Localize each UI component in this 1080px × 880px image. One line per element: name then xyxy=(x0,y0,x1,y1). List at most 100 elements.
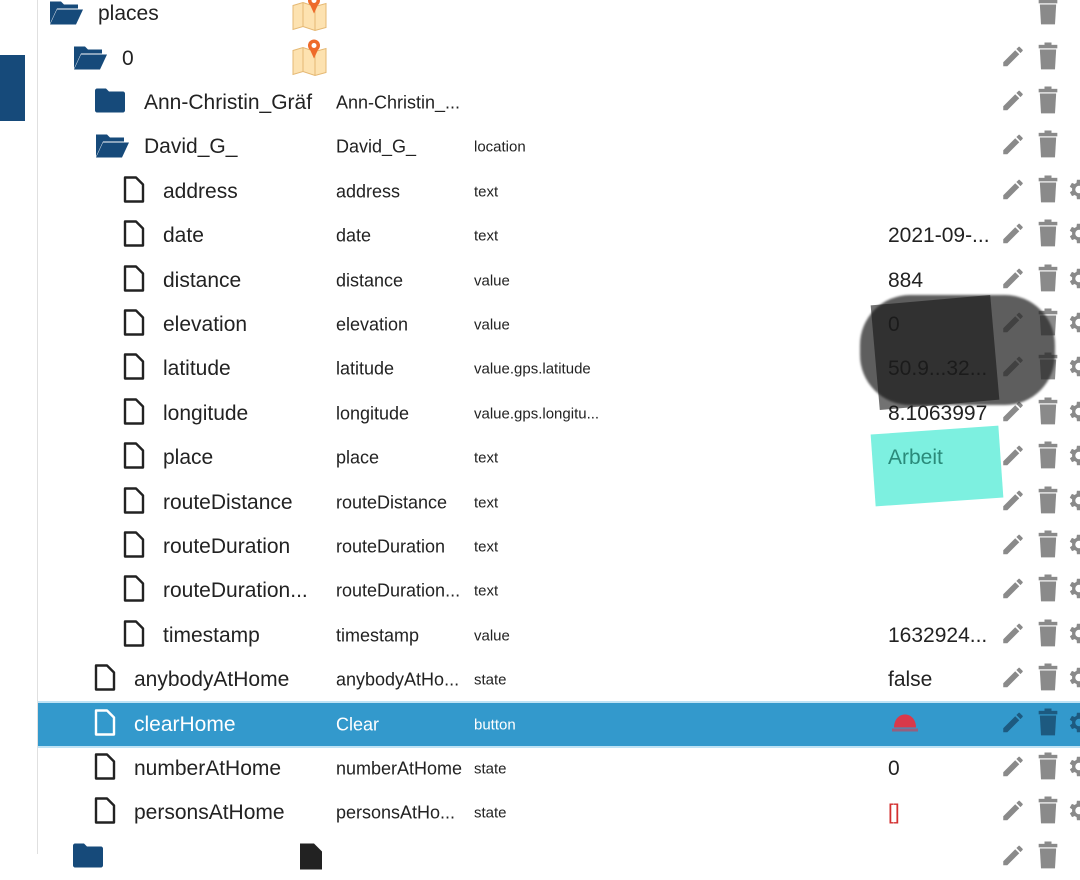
edit-button[interactable] xyxy=(1000,576,1026,607)
file-icon[interactable] xyxy=(123,308,145,341)
tree-row[interactable]: anybodyAtHome anybodyAtHo... state false xyxy=(38,658,1080,702)
folder-icon[interactable] xyxy=(94,87,126,118)
object-value[interactable]: 884 xyxy=(888,269,923,293)
tree-row[interactable]: Ann-Christin_Gräf Ann-Christin_... xyxy=(38,81,1080,125)
folder-icon[interactable] xyxy=(72,842,104,873)
file-icon[interactable] xyxy=(123,575,145,608)
settings-button[interactable] xyxy=(1065,665,1080,696)
file-icon[interactable] xyxy=(123,220,145,253)
settings-button[interactable] xyxy=(1065,798,1080,829)
edit-button[interactable] xyxy=(1000,620,1026,651)
edit-button[interactable] xyxy=(1000,531,1026,562)
folder-open-icon[interactable] xyxy=(72,42,108,75)
settings-button[interactable] xyxy=(1065,176,1080,207)
settings-button[interactable] xyxy=(1065,354,1080,385)
edit-button[interactable] xyxy=(1000,753,1026,784)
object-value[interactable]: 0 xyxy=(888,757,900,781)
settings-button[interactable] xyxy=(1065,753,1080,784)
tree-row[interactable]: numberAtHome numberAtHome state 0 xyxy=(38,747,1080,791)
tree-row[interactable]: 0 xyxy=(38,36,1080,80)
object-display-name: address xyxy=(336,181,401,202)
tree-row[interactable]: place place text Arbeit xyxy=(38,425,1080,507)
file-icon[interactable] xyxy=(94,752,116,785)
file-icon[interactable] xyxy=(94,664,116,697)
delete-button[interactable] xyxy=(1036,796,1060,830)
edit-button[interactable] xyxy=(1000,842,1026,873)
object-value[interactable]: 2021-09-... xyxy=(888,224,990,248)
delete-button[interactable] xyxy=(1036,486,1060,519)
delete-button[interactable] xyxy=(1036,219,1060,253)
edit-button[interactable] xyxy=(1000,665,1026,696)
edit-button[interactable] xyxy=(1000,132,1026,163)
tree-row[interactable]: timestamp timestamp value 1632924... xyxy=(38,614,1080,658)
file-icon[interactable] xyxy=(123,397,145,430)
file-icon[interactable] xyxy=(123,442,145,475)
bell-button[interactable] xyxy=(890,711,920,738)
file-icon[interactable] xyxy=(123,264,145,297)
settings-button[interactable] xyxy=(1065,265,1080,296)
edit-button[interactable] xyxy=(1000,443,1026,474)
edit-button[interactable] xyxy=(1000,43,1026,74)
settings-button[interactable] xyxy=(1065,309,1080,340)
delete-button[interactable] xyxy=(1036,42,1060,75)
object-role: value xyxy=(474,627,510,645)
settings-button[interactable] xyxy=(1065,576,1080,607)
object-name: routeDuration... xyxy=(163,579,308,603)
tree-row[interactable]: places xyxy=(38,0,1080,36)
delete-button[interactable] xyxy=(1036,574,1060,608)
tree-row[interactable]: David_G_ David_G_ location xyxy=(38,125,1080,169)
delete-button[interactable] xyxy=(1036,619,1060,652)
delete-button[interactable] xyxy=(1036,397,1060,430)
delete-button[interactable] xyxy=(1036,175,1060,208)
folder-open-icon[interactable] xyxy=(94,131,130,164)
object-value[interactable]: Arbeit xyxy=(888,446,943,470)
object-role: state xyxy=(474,760,507,778)
delete-button[interactable] xyxy=(1036,752,1060,785)
settings-button[interactable] xyxy=(1065,620,1080,651)
edit-button[interactable] xyxy=(1000,176,1026,207)
tree-row[interactable]: routeDistance routeDistance text xyxy=(38,480,1080,524)
edit-button[interactable] xyxy=(1000,265,1026,296)
edit-button[interactable] xyxy=(1000,221,1026,252)
file-icon[interactable] xyxy=(94,708,116,741)
object-value[interactable]: [] xyxy=(888,801,900,825)
delete-button[interactable] xyxy=(1036,841,1060,874)
file-icon[interactable] xyxy=(123,175,145,208)
edit-button[interactable] xyxy=(1000,487,1026,518)
delete-button[interactable] xyxy=(1036,530,1060,563)
object-value[interactable]: 1632924... xyxy=(888,624,987,648)
delete-button[interactable] xyxy=(1036,708,1060,741)
delete-button[interactable] xyxy=(1036,130,1060,164)
delete-button[interactable] xyxy=(1036,663,1060,697)
file-icon[interactable] xyxy=(123,353,145,386)
edit-button[interactable] xyxy=(1000,798,1026,829)
file-icon[interactable] xyxy=(94,797,116,830)
object-display-name: routeDistance xyxy=(336,492,448,513)
file-icon[interactable] xyxy=(123,486,145,519)
delete-button[interactable] xyxy=(1036,441,1060,475)
tree-row[interactable]: routeDuration... routeDuration... text xyxy=(38,569,1080,613)
object-value[interactable]: false xyxy=(888,668,932,692)
edit-button[interactable] xyxy=(1000,709,1026,740)
settings-button[interactable] xyxy=(1065,487,1080,518)
object-name: numberAtHome xyxy=(134,756,282,780)
tree-row[interactable]: personsAtHome personsAtHo... state [] xyxy=(38,791,1080,835)
tree-row[interactable]: address address text xyxy=(38,170,1080,214)
settings-button[interactable] xyxy=(1065,443,1080,474)
settings-button[interactable] xyxy=(1065,398,1080,429)
edit-button[interactable] xyxy=(1000,87,1026,118)
settings-button[interactable] xyxy=(1065,221,1080,252)
folder-open-icon[interactable] xyxy=(48,0,84,31)
settings-button[interactable] xyxy=(1065,709,1080,740)
settings-button[interactable] xyxy=(1065,531,1080,562)
tree-row[interactable]: date date text 2021-09-... xyxy=(38,214,1080,258)
tree-row[interactable] xyxy=(38,836,1080,880)
file-icon[interactable] xyxy=(123,530,145,563)
tree-row[interactable]: routeDuration routeDuration text xyxy=(38,525,1080,569)
delete-button[interactable] xyxy=(1036,264,1060,297)
object-name: elevation xyxy=(163,312,248,336)
delete-button[interactable] xyxy=(1036,86,1060,119)
tree-row[interactable]: clearHome Clear button xyxy=(38,701,1080,749)
file-icon[interactable] xyxy=(123,619,145,652)
delete-button[interactable] xyxy=(1036,0,1060,31)
